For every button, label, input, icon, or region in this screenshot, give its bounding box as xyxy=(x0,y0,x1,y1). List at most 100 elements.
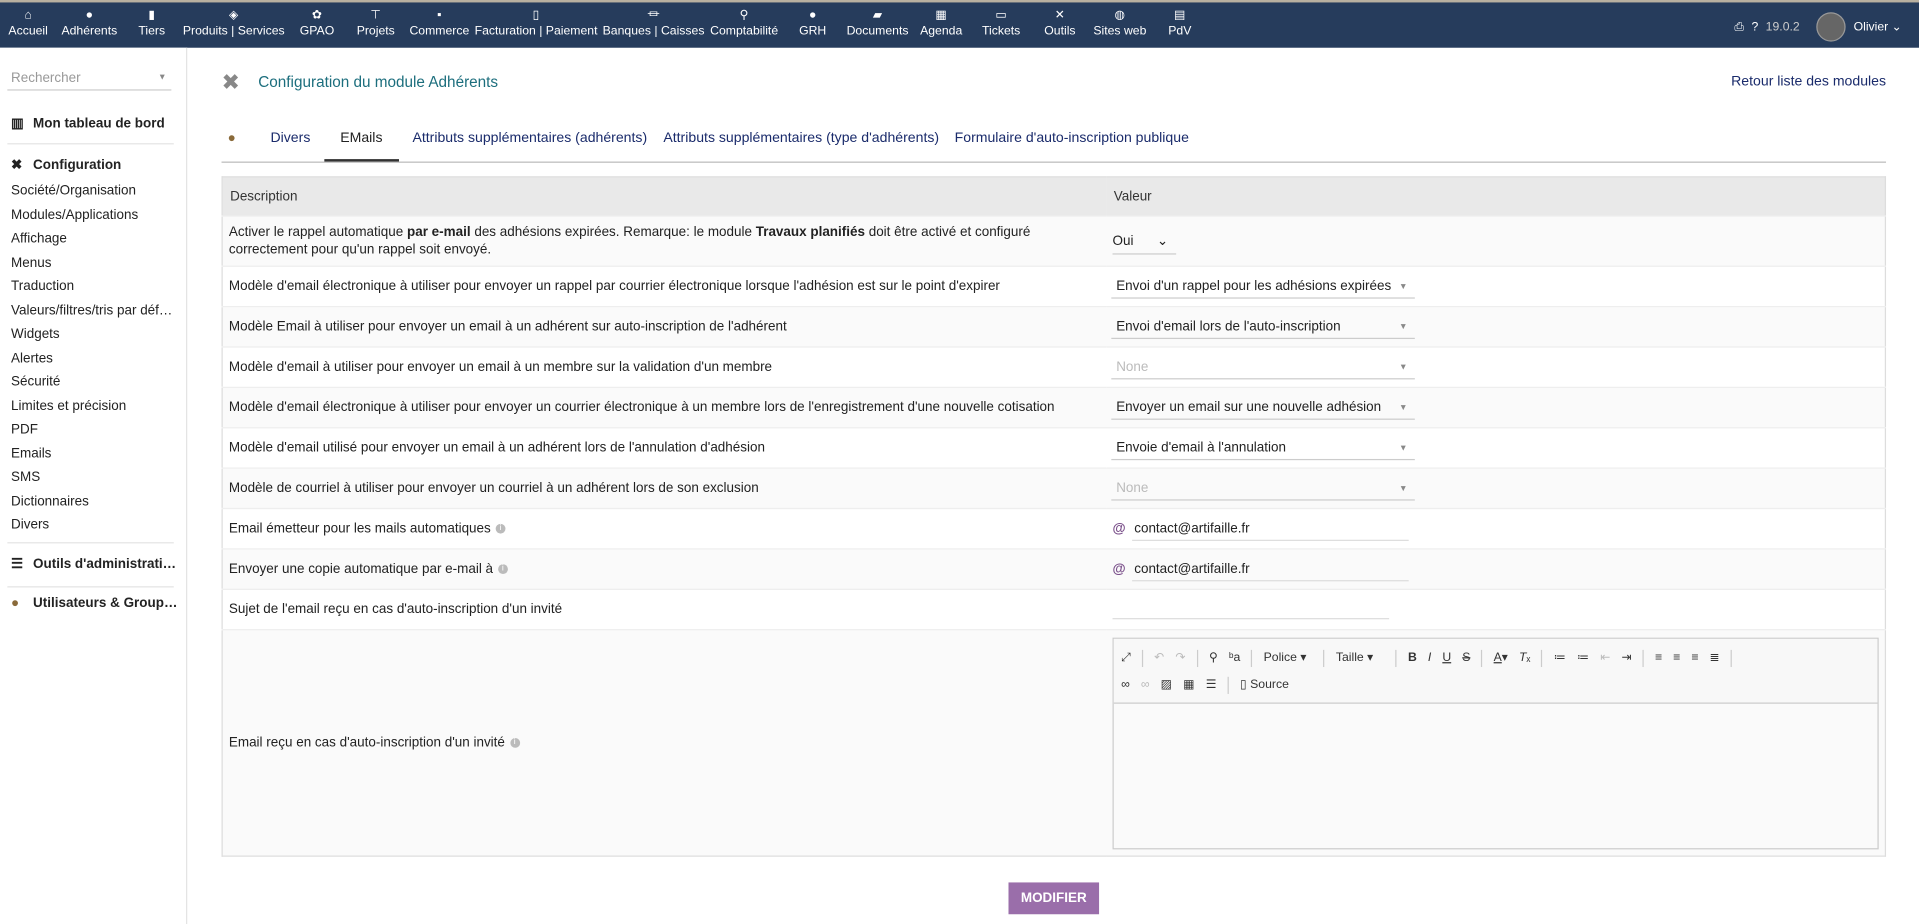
nav-item-accueil[interactable]: ⌂ Accueil xyxy=(8,7,47,38)
sidebar-item[interactable]: Sécurité xyxy=(11,375,60,390)
strike-icon[interactable]: S xyxy=(1462,651,1470,664)
table-row: Modèle d'email à utiliser pour envoyer u… xyxy=(222,346,1886,388)
nav-item-grh[interactable]: ● GRH xyxy=(799,7,826,38)
nav-item-comptabilit-[interactable]: ⚲ Comptabilité xyxy=(710,7,778,38)
sidebar-dashboard[interactable]: ▥ Mon tableau de bord xyxy=(11,115,165,131)
help-icon[interactable]: ? xyxy=(1752,20,1759,33)
rich-text-editor: ⤢ ↶ ↷ ⚲ ᵇa Police ▾ Taille ▾ BIUS A▾ Tₓ ≔ ≔ ⇤… xyxy=(1112,637,1879,849)
horizontal-rule-icon[interactable]: ☰ xyxy=(1206,678,1217,691)
sidebar-item[interactable]: Société/Organisation xyxy=(11,184,136,199)
sidebar-admin-tools[interactable]: ☰ Outils d'administrati… xyxy=(11,556,176,572)
unlink-icon[interactable]: ∞ xyxy=(1141,678,1150,691)
sidebar-configuration[interactable]: ✖ Configuration xyxy=(11,157,121,173)
sidebar: Rechercher ▼ ▥ Mon tableau de bord ✖ Config… xyxy=(0,47,188,924)
undo-icon[interactable]: ↶ xyxy=(1154,651,1164,664)
sidebar-item[interactable]: Affichage xyxy=(11,231,67,246)
nav-item-adh-rents[interactable]: ● Adhérents xyxy=(61,7,117,38)
search-input[interactable]: Rechercher ▼ xyxy=(7,66,172,91)
nav-item-documents[interactable]: ▰ Documents xyxy=(847,7,909,38)
copy-email-input[interactable]: contact@artifaille.fr xyxy=(1131,557,1409,581)
sidebar-item[interactable]: SMS xyxy=(11,470,40,485)
tab-public-registration-form[interactable]: Formulaire d'auto-inscription publique xyxy=(955,131,1189,146)
replace-icon[interactable]: ᵇa xyxy=(1229,651,1240,664)
print-icon[interactable]: ⎙ xyxy=(1734,20,1744,33)
tab-member-attributes[interactable]: Attributs supplémentaires (adhérents) xyxy=(412,131,647,146)
row-description: Envoyer une copie automatique par e-mail… xyxy=(222,548,1107,590)
email-template-select[interactable]: Envoie d'email à l'annulation ▼ xyxy=(1111,436,1415,460)
email-template-select[interactable]: Envoyer un email sur une nouvelle adhési… xyxy=(1111,396,1415,420)
email-template-select[interactable]: None ▼ xyxy=(1111,356,1415,379)
outdent-icon[interactable]: ⇤ xyxy=(1600,651,1610,664)
sidebar-item[interactable]: Divers xyxy=(11,518,49,533)
search-placeholder: Rechercher xyxy=(11,70,81,86)
justify-icon[interactable]: ≣ xyxy=(1710,651,1720,664)
remove-format-icon[interactable]: Tₓ xyxy=(1519,651,1530,664)
align-left-icon[interactable]: ≡ xyxy=(1655,651,1662,664)
sender-email-input[interactable]: contact@artifaille.fr xyxy=(1131,517,1409,541)
row-description: Modèle d'email électronique à utiliser p… xyxy=(222,386,1107,428)
subject-input[interactable] xyxy=(1112,596,1390,620)
bold-icon[interactable]: B xyxy=(1408,651,1417,664)
sidebar-item[interactable]: Dictionnaires xyxy=(11,494,89,509)
sidebar-item[interactable]: Widgets xyxy=(11,327,60,342)
link-icon[interactable]: ∞ xyxy=(1121,678,1130,691)
nav-item-projets[interactable]: ⊤ Projets xyxy=(357,7,395,38)
size-select[interactable]: Taille ▾ xyxy=(1336,651,1385,664)
nav-item-tickets[interactable]: ▭ Tickets xyxy=(982,7,1020,38)
auto-reminder-select[interactable]: Oui ⌄ xyxy=(1112,228,1177,254)
sidebar-item[interactable]: Alertes xyxy=(11,351,53,366)
sidebar-item[interactable]: Valeurs/filtres/tris par déf… xyxy=(11,303,172,318)
nav-item-sites-web[interactable]: ◍ Sites web xyxy=(1093,7,1146,38)
nav-item-facturation-paiement[interactable]: ▯ Facturation | Paiement xyxy=(475,7,598,38)
nav-item-pdv[interactable]: ▤ PdV xyxy=(1168,7,1191,38)
sidebar-item[interactable]: Emails xyxy=(11,446,51,461)
sidebar-users-groups[interactable]: ● Utilisateurs & Group… xyxy=(11,596,177,611)
underline-icon[interactable]: U xyxy=(1442,651,1451,664)
row-description: Modèle de courriel à utiliser pour envoy… xyxy=(222,467,1107,509)
nav-item-tiers[interactable]: ▮ Tiers xyxy=(138,7,165,38)
tab-divers[interactable]: Divers xyxy=(270,131,310,146)
table-icon[interactable]: ▦ xyxy=(1183,678,1195,691)
text-color-icon[interactable]: A▾ xyxy=(1494,651,1508,664)
nav-item-agenda[interactable]: ▦ Agenda xyxy=(920,7,962,38)
numbered-list-icon[interactable]: ≔ xyxy=(1554,651,1566,664)
source-button[interactable]: ▯ Source xyxy=(1240,678,1289,691)
redo-icon[interactable]: ↷ xyxy=(1175,651,1185,664)
nav-item-gpao[interactable]: ✿ GPAO xyxy=(300,7,334,38)
maximize-icon[interactable]: ⤢ xyxy=(1121,651,1131,664)
font-select[interactable]: Police ▾ xyxy=(1264,651,1313,664)
tab-member-type-attributes[interactable]: Attributs supplémentaires (type d'adhére… xyxy=(663,131,939,146)
editor-body[interactable] xyxy=(1114,703,1878,845)
italic-icon[interactable]: I xyxy=(1428,651,1431,664)
version: 19.0.2 xyxy=(1765,20,1800,34)
back-to-modules-link[interactable]: Retour liste des modules xyxy=(1731,75,1886,90)
divider xyxy=(7,542,174,544)
image-icon[interactable]: ▨ xyxy=(1161,678,1173,691)
email-template-select[interactable]: Envoi d'email lors de l'auto-inscription… xyxy=(1111,315,1415,339)
row-description: Email reçu en cas d'auto-inscription d'u… xyxy=(222,629,1107,857)
chevron-down-icon: ▼ xyxy=(1398,282,1408,291)
bullet-list-icon[interactable]: ≔ xyxy=(1577,651,1589,664)
find-icon[interactable]: ⚲ xyxy=(1209,651,1218,664)
sidebar-item[interactable]: Traduction xyxy=(11,279,74,294)
user-menu[interactable]: Olivier ⌄ xyxy=(1854,20,1902,33)
tab-emails[interactable]: EMails xyxy=(324,131,399,162)
chart-bar-icon: ▥ xyxy=(11,116,24,131)
indent-icon[interactable]: ⇥ xyxy=(1621,651,1631,664)
nav-item-banques-caisses[interactable]: ⏛ Banques | Caisses xyxy=(603,7,705,38)
modify-button[interactable]: MODIFIER xyxy=(1008,882,1100,915)
nav-item-commerce[interactable]: ▪ Commerce xyxy=(409,7,469,38)
sidebar-item[interactable]: Modules/Applications xyxy=(11,207,138,222)
nav-item-outils[interactable]: ✕ Outils xyxy=(1044,7,1075,38)
align-center-icon[interactable]: ≡ xyxy=(1673,651,1680,664)
align-right-icon[interactable]: ≡ xyxy=(1691,651,1698,664)
avatar[interactable] xyxy=(1816,12,1847,42)
sidebar-item[interactable]: Menus xyxy=(11,255,51,270)
email-template-select[interactable]: Envoi d'un rappel pour les adhésions exp… xyxy=(1111,275,1415,299)
nav-label: Agenda xyxy=(920,24,963,38)
email-template-select[interactable]: None ▼ xyxy=(1111,477,1415,500)
nav-item-produits-services[interactable]: ◈ Produits | Services xyxy=(183,7,285,38)
sidebar-item[interactable]: PDF xyxy=(11,422,38,437)
cash-register-icon: ▤ xyxy=(1174,8,1186,23)
sidebar-item[interactable]: Limites et précision xyxy=(11,398,126,413)
